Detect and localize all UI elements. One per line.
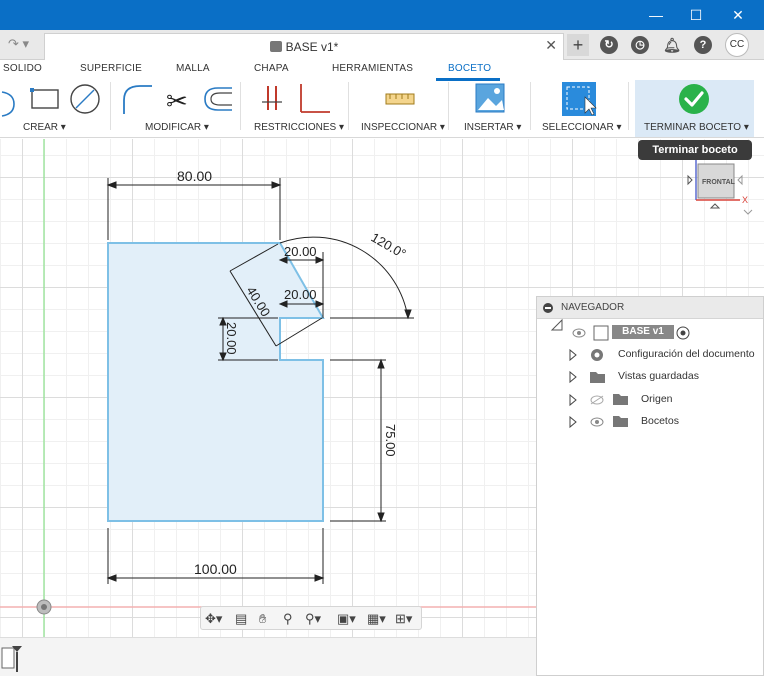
collapse-icon[interactable] bbox=[543, 303, 553, 313]
viewports-icon[interactable]: ⊞▾ bbox=[395, 611, 412, 627]
fit-zoom-icon[interactable]: ⚲▾ bbox=[305, 611, 321, 627]
expand-config-icon[interactable] bbox=[569, 348, 577, 362]
sketch-profile[interactable] bbox=[107, 242, 325, 522]
grid-settings-icon[interactable]: ▦▾ bbox=[367, 611, 386, 627]
viewcube-face-label[interactable]: FRONTAL bbox=[702, 179, 736, 186]
dim-left-small[interactable]: 20.00 bbox=[224, 322, 239, 355]
expand-views-icon[interactable] bbox=[569, 370, 577, 384]
dim-bottom-width[interactable]: 100.00 bbox=[194, 561, 237, 577]
expand-root-icon[interactable] bbox=[550, 318, 563, 331]
zoom-icon[interactable]: ⚲ bbox=[283, 611, 293, 627]
expand-origin-icon[interactable] bbox=[569, 393, 577, 407]
pan-hand-icon[interactable]: ✋︎ bbox=[259, 611, 266, 627]
folder-icon bbox=[613, 394, 628, 405]
document-icon bbox=[593, 325, 609, 341]
navigator-root-item[interactable]: BASE v1 bbox=[612, 325, 674, 339]
viewcube-menu-icon[interactable] bbox=[743, 209, 753, 215]
dim-step-top[interactable]: 20.00 bbox=[284, 244, 317, 259]
sketch-timeline-icon[interactable] bbox=[0, 642, 24, 674]
folder-icon bbox=[590, 372, 605, 383]
display-settings-icon[interactable]: ▣▾ bbox=[337, 611, 356, 627]
nav-item-document-settings[interactable]: Configuración del documento bbox=[618, 348, 755, 360]
nav-item-saved-views[interactable]: Vistas guardadas bbox=[618, 370, 699, 382]
viewcube-x-label: X bbox=[742, 195, 748, 205]
viewcube-down-arrow-icon[interactable] bbox=[709, 203, 721, 209]
viewcube[interactable]: FRONTAL X bbox=[684, 156, 764, 220]
folder-icon bbox=[613, 416, 628, 427]
origin-center bbox=[41, 604, 47, 610]
dim-top-width[interactable]: 80.00 bbox=[177, 168, 212, 184]
expand-sketches-icon[interactable] bbox=[569, 415, 577, 429]
dim-right-height[interactable]: 75.00 bbox=[383, 424, 398, 457]
viewcube-left-arrow-icon[interactable] bbox=[687, 174, 693, 186]
nav-item-sketches[interactable]: Bocetos bbox=[641, 415, 679, 427]
navigator-title: NAVEGADOR bbox=[561, 302, 625, 313]
nav-item-origin[interactable]: Origen bbox=[641, 393, 673, 405]
dim-angle[interactable]: 120.0° bbox=[369, 230, 409, 262]
orbit-icon[interactable]: ✥▾ bbox=[205, 611, 222, 627]
dim-step-mid[interactable]: 20.00 bbox=[284, 287, 317, 302]
look-at-icon[interactable]: ▤ bbox=[235, 611, 247, 627]
navigation-toolbar: ✥▾ ▤ ✋︎ ⚲ ⚲▾ ▣▾ ▦▾ ⊞▾ bbox=[200, 606, 422, 630]
navigator-header[interactable]: NAVEGADOR bbox=[537, 297, 763, 319]
viewcube-right-arrow-icon[interactable] bbox=[737, 174, 743, 186]
